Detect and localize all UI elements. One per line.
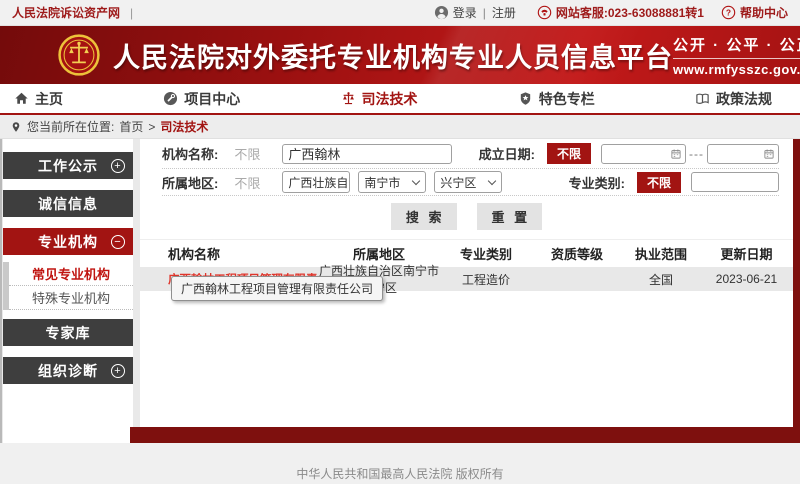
bottom-frame-strip bbox=[130, 427, 800, 443]
table-header-row: 机构名称 所属地区 专业类别 资质等级 执业范围 更新日期 bbox=[140, 240, 793, 267]
login-link[interactable]: 登录 bbox=[453, 4, 477, 21]
col-header-scope: 执业范围 bbox=[622, 244, 700, 263]
topbar-divider: | bbox=[130, 6, 133, 20]
right-frame-strip bbox=[793, 139, 800, 443]
sidebar-subitem-special-orgs[interactable]: 特殊专业机构 bbox=[9, 286, 133, 310]
org-name-input[interactable] bbox=[282, 144, 452, 164]
col-header-grade: 资质等级 bbox=[532, 244, 622, 263]
court-emblem-logo bbox=[58, 34, 100, 76]
cell-category: 工程造价 bbox=[440, 271, 532, 288]
sidebar-subitem-common-orgs[interactable]: 常见专业机构 bbox=[9, 262, 133, 286]
expand-icon: + bbox=[111, 159, 125, 173]
project-center-icon bbox=[163, 91, 178, 106]
category-any-button[interactable]: 不限 bbox=[637, 172, 681, 193]
col-header-category: 专业类别 bbox=[440, 244, 532, 263]
sidebar-item-integrity-info[interactable]: 诚信信息 bbox=[3, 190, 133, 217]
help-icon: ? bbox=[721, 5, 736, 20]
site-name-link[interactable]: 人民法院诉讼资产网 bbox=[12, 4, 120, 21]
cell-scope: 全国 bbox=[622, 271, 700, 288]
sidebar-item-professional-orgs[interactable]: 专业机构 − bbox=[3, 228, 133, 255]
cell-updated: 2023-06-21 bbox=[700, 272, 793, 286]
region-province-select[interactable]: 广西壮族自治 bbox=[282, 171, 350, 193]
login-register-separator: | bbox=[483, 6, 486, 20]
breadcrumb-prefix: 您当前所在位置: bbox=[27, 118, 114, 135]
region-any-option[interactable]: 不限 bbox=[234, 173, 260, 192]
col-header-region: 所属地区 bbox=[318, 244, 440, 263]
nav-item-judicial-tech[interactable]: 司法技术 bbox=[341, 89, 418, 109]
book-icon bbox=[695, 91, 710, 106]
badge-star-icon bbox=[518, 91, 533, 106]
svg-text:?: ? bbox=[726, 8, 731, 18]
sidebar-submenu: 常见专业机构 特殊专业机构 bbox=[3, 262, 133, 310]
reset-button[interactable]: 重 置 bbox=[477, 203, 543, 230]
copyright-text: 中华人民共和国最高人民法院 版权所有 bbox=[296, 465, 503, 482]
page-body: 工作公示 + 诚信信息 专业机构 − 常见专业机构 特殊专业机构 专家库 组织诊… bbox=[0, 139, 800, 443]
col-header-org-name: 机构名称 bbox=[140, 244, 318, 263]
breadcrumb-home-link[interactable]: 首页 bbox=[119, 118, 143, 135]
slogan: 公开 · 公平 · 公正 bbox=[673, 34, 800, 59]
user-icon bbox=[434, 5, 449, 20]
breadcrumb-current: 司法技术 bbox=[160, 118, 208, 135]
chevron-down-icon bbox=[488, 176, 496, 184]
founding-date-start-input[interactable] bbox=[601, 144, 686, 164]
search-button[interactable]: 搜 索 bbox=[391, 203, 457, 230]
org-name-any-option[interactable]: 不限 bbox=[234, 144, 260, 163]
founding-date-label: 成立日期: bbox=[479, 144, 535, 163]
nav-item-featured-columns[interactable]: 特色专栏 bbox=[518, 89, 595, 109]
nav-item-home[interactable]: 主页 bbox=[14, 89, 63, 109]
category-label: 专业类别: bbox=[569, 173, 625, 192]
platform-title: 人民法院对外委托专业机构专业人员信息平台 bbox=[113, 36, 673, 75]
founding-date-any-button[interactable]: 不限 bbox=[547, 143, 591, 164]
help-center-link[interactable]: 帮助中心 bbox=[740, 4, 788, 21]
breadcrumb-separator: > bbox=[148, 120, 155, 134]
col-header-updated: 更新日期 bbox=[700, 244, 793, 263]
sidebar-item-org-diagnosis[interactable]: 组织诊断 + bbox=[3, 357, 133, 384]
home-icon bbox=[14, 91, 29, 106]
filter-form: 机构名称: 不限 成立日期: 不限 --- 所属地区: 不限 bbox=[140, 139, 793, 196]
category-input[interactable] bbox=[691, 172, 779, 192]
main-nav: 主页 项目中心 司法技术 特色专栏 政策法规 bbox=[0, 84, 800, 115]
nav-item-policies[interactable]: 政策法规 bbox=[695, 89, 772, 109]
sidebar-item-work-publicity[interactable]: 工作公示 + bbox=[3, 152, 133, 179]
register-link[interactable]: 注册 bbox=[492, 4, 516, 21]
date-range-separator: --- bbox=[689, 147, 704, 161]
expand-icon: + bbox=[111, 364, 125, 378]
form-actions: 搜 索 重 置 bbox=[140, 196, 793, 236]
site-url: www.rmfysszc.gov.cn bbox=[673, 62, 800, 77]
service-hotline: 网站客服:023-63088881转1 bbox=[556, 4, 704, 21]
breadcrumb: 您当前所在位置: 首页 > 司法技术 bbox=[0, 115, 800, 139]
region-district-select[interactable]: 兴宁区 bbox=[434, 171, 502, 193]
chevron-down-icon bbox=[412, 176, 420, 184]
nav-item-project-center[interactable]: 项目中心 bbox=[163, 89, 240, 109]
phone-icon bbox=[537, 5, 552, 20]
region-label: 所属地区: bbox=[162, 173, 218, 192]
location-pin-icon bbox=[10, 121, 22, 133]
collapse-icon: − bbox=[111, 235, 125, 249]
founding-date-end-input[interactable] bbox=[707, 144, 779, 164]
sidebar-item-expert-pool[interactable]: 专家库 bbox=[3, 319, 133, 346]
site-banner: 人民法院对外委托专业机构专业人员信息平台 公开 · 公平 · 公正 www.rm… bbox=[0, 26, 800, 84]
sidebar: 工作公示 + 诚信信息 专业机构 − 常见专业机构 特殊专业机构 专家库 组织诊… bbox=[3, 139, 133, 443]
region-city-select[interactable]: 南宁市 bbox=[358, 171, 426, 193]
scales-icon bbox=[341, 91, 356, 106]
org-name-tooltip: 广西翰林工程项目管理有限责任公司 bbox=[171, 276, 383, 301]
org-name-label: 机构名称: bbox=[162, 144, 218, 163]
page-footer: 中华人民共和国最高人民法院 版权所有 bbox=[0, 443, 800, 484]
top-utility-bar: 人民法院诉讼资产网 | 登录 | 注册 网站客服:023-63088881转1 … bbox=[0, 0, 800, 26]
main-panel: 机构名称: 不限 成立日期: 不限 --- 所属地区: 不限 bbox=[140, 139, 793, 427]
